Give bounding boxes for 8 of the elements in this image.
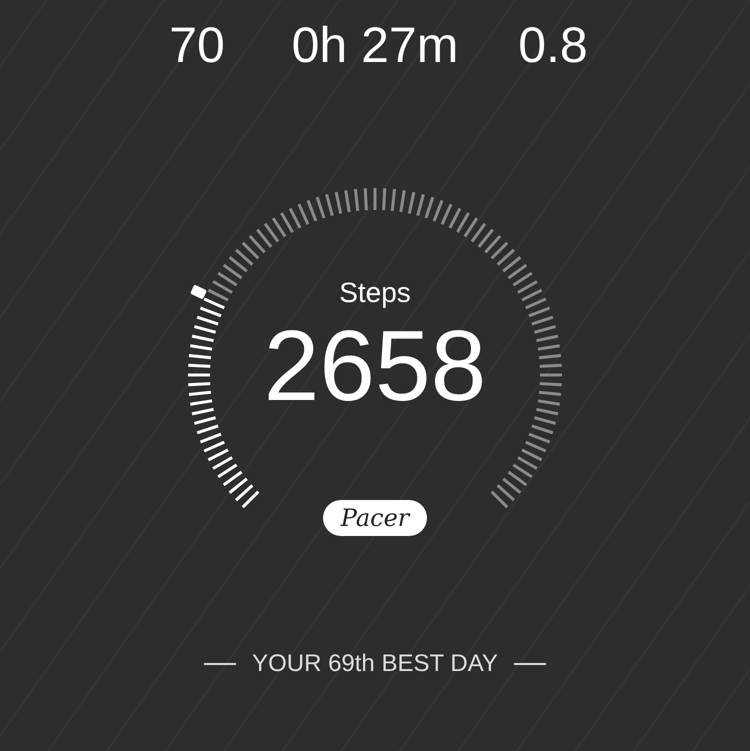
stat-value: 70 [168, 16, 226, 75]
stat-value: 0.8 [517, 16, 589, 75]
logo-badge: Pacer [322, 500, 428, 536]
steps-label: Steps [339, 276, 411, 310]
stat-value: 0h 27m [290, 16, 460, 75]
progress-marker [190, 284, 208, 300]
steps-count: 2658 [264, 311, 486, 421]
best-day-text: YOUR 69th BEST DAY [252, 649, 498, 679]
